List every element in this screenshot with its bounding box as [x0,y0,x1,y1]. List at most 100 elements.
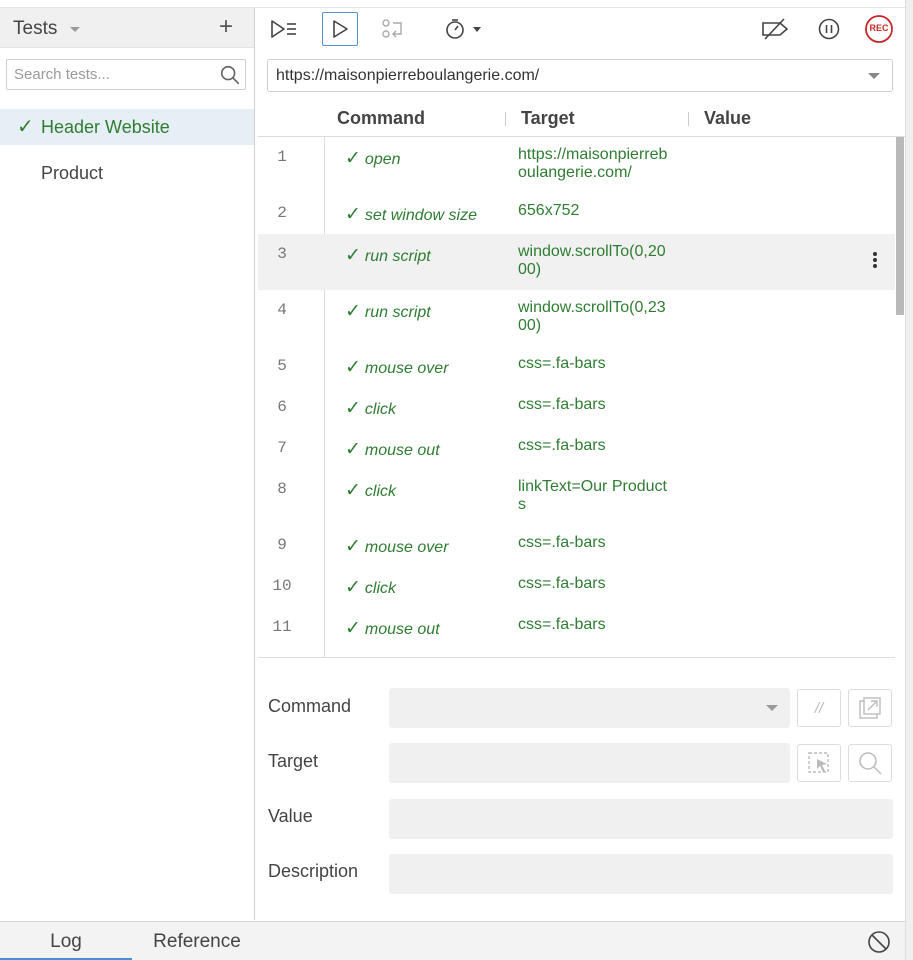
command-text: mouse over [364,539,449,556]
table-row[interactable]: 10 ✓ click css=.fa-bars [258,566,895,607]
table-row[interactable]: 8 ✓ click linkText=Our Products [258,469,895,525]
check-icon: ✓ [345,398,361,419]
tests-dropdown-title[interactable]: Tests [13,18,57,40]
description-field[interactable] [389,854,893,894]
command-cell: ✓ mouse over [345,356,449,379]
command-text: mouse out [364,621,440,638]
check-icon: ✓ [345,357,361,378]
step-over-button[interactable] [375,12,411,46]
row-number: 7 [277,439,287,457]
disable-breakpoints-icon [762,18,789,40]
select-target-button[interactable] [797,744,841,782]
column-divider[interactable] [505,112,506,126]
speed-icon [446,19,481,39]
test-item-header-website[interactable]: ✓ Header Website [0,109,254,145]
comment-toggle-button[interactable]: // [797,689,841,727]
table-row[interactable]: 1 ✓ open https://maisonpierreboulangerie.… [258,137,895,193]
command-table-header: Command Target Value [258,101,905,137]
command-text: open [364,151,401,168]
table-row-selected[interactable]: 3 ✓ run script window.scrollTo(0,2000) [258,234,895,290]
value-label: Value [268,806,313,826]
row-number: 8 [277,480,287,498]
target-cell: 656x752 [518,202,580,219]
command-cell: ✓ run script [345,244,431,267]
check-icon: ✓ [345,301,361,322]
command-cell: ✓ open [345,147,401,170]
row-number: 10 [272,577,292,595]
command-editor: Command // Target Value Description [258,660,905,920]
command-text: mouse over [364,360,449,377]
command-text: click [364,483,397,500]
tab-reference[interactable]: Reference [132,922,262,960]
clear-log-icon[interactable] [867,930,891,954]
chevron-down-icon[interactable] [766,705,778,711]
target-cell: css=.fa-bars [518,396,606,413]
row-number: 11 [272,618,292,636]
toolbar: REC [258,8,913,50]
check-icon: ✓ [345,148,361,169]
base-url-select[interactable]: https://maisonpierreboulangerie.com/ [267,59,893,92]
test-list: ✓ Header Website Product [0,109,254,191]
record-button[interactable]: REC [861,12,897,46]
chevron-down-icon[interactable] [868,73,880,79]
command-cell: ✓ click [345,576,396,599]
target-cell: window.scrollTo(0,2000) [518,243,666,278]
table-row[interactable]: 4 ✓ run script window.scrollTo(0,2300) [258,290,895,346]
test-item-product[interactable]: Product [0,155,254,191]
value-field[interactable] [389,799,893,839]
command-cell: ✓ mouse out [345,438,440,461]
add-test-button[interactable]: + [219,14,233,40]
command-label: Command [268,696,352,716]
search-icon [859,752,882,775]
command-table: 1 ✓ open https://maisonpierreboulangerie.… [258,137,905,658]
target-field[interactable] [389,743,790,783]
row-number: 1 [277,148,287,166]
find-target-button[interactable] [848,744,892,782]
table-row[interactable]: 7 ✓ mouse out css=.fa-bars [258,428,895,469]
base-url-value: https://maisonpierreboulangerie.com/ [276,67,540,84]
search-tests-box [6,59,246,90]
tab-log[interactable]: Log [0,922,132,960]
run-all-tests-button[interactable] [266,12,302,46]
disable-breakpoints-button[interactable] [757,12,793,46]
test-speed-button[interactable] [438,12,484,46]
target-cell: window.scrollTo(0,2300) [518,299,666,334]
target-cell: css=.fa-bars [518,575,606,592]
table-scrollbar-thumb[interactable] [896,137,904,315]
table-row[interactable]: 11 ✓ mouse out css=.fa-bars [258,607,895,648]
command-text: run script [364,304,431,321]
dot [873,252,877,256]
pause-on-exceptions-button[interactable] [811,12,847,46]
row-number: 6 [277,398,287,416]
table-row[interactable]: 6 ✓ click css=.fa-bars [258,387,895,428]
row-menu-icon[interactable] [873,252,877,270]
dot [873,264,877,268]
target-cell: css=.fa-bars [518,534,606,551]
table-row[interactable]: 2 ✓ set window size 656x752 [258,193,895,234]
passed-check-icon: ✓ [17,116,34,138]
target-column-header: Target [521,108,575,128]
command-text: click [364,580,397,597]
search-icon[interactable] [219,64,241,86]
table-row[interactable]: 5 ✓ mouse over css=.fa-bars [258,346,895,387]
description-label: Description [268,861,359,881]
target-cell: linkText=Our Products [518,478,667,513]
check-icon: ✓ [345,618,361,639]
row-number: 5 [277,357,287,375]
command-select[interactable] [389,688,790,728]
column-divider[interactable] [688,112,689,126]
chevron-down-icon[interactable] [70,27,80,32]
command-cell: ✓ mouse out [345,617,440,640]
tests-sidebar: Tests + ✓ Header Website Product [0,8,255,920]
target-cell: css=.fa-bars [518,437,606,454]
command-cell: ✓ mouse over [345,535,449,558]
row-number: 2 [277,204,287,222]
command-text: click [364,401,397,418]
search-tests-input[interactable] [7,60,207,89]
command-cell: ✓ click [345,397,396,420]
open-reference-button[interactable] [848,689,892,727]
check-icon: ✓ [345,480,361,501]
command-text: run script [364,248,431,265]
table-row[interactable]: 9 ✓ mouse over css=.fa-bars [258,525,895,566]
run-current-test-button[interactable] [322,12,358,46]
